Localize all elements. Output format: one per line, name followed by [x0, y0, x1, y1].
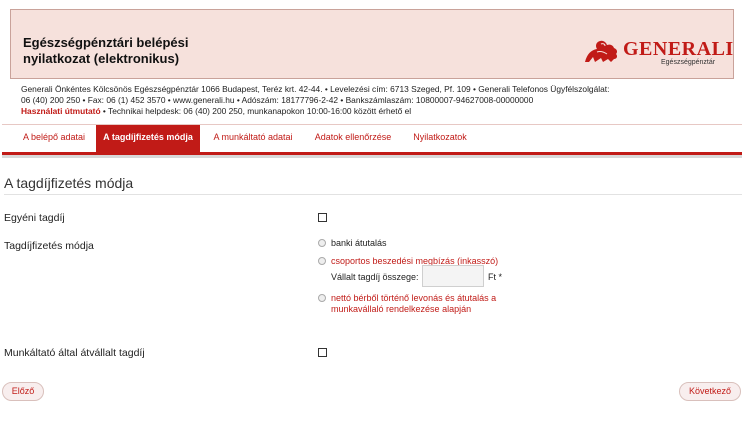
payroll-deduction-label: nettó bérből történő levonás és átutalás… [331, 293, 496, 315]
section-divider [4, 194, 742, 195]
bank-transfer-label: banki átutalás [331, 238, 387, 248]
company-info-line-2: 06 (40) 200 250 • Fax: 06 (1) 452 3570 •… [21, 95, 534, 105]
section-title: A tagdíjfizetés módja [4, 175, 134, 191]
amount-label: Vállalt tagdíj összege: [331, 272, 419, 282]
header-banner: Egészségpénztári belépési nyilatkozat (e… [10, 9, 734, 79]
tab-adatok-ellenorzese[interactable]: Adatok ellenőrzése [306, 125, 400, 151]
step-tabs: A belépő adatai A tagdíjfizetés módja A … [2, 124, 742, 158]
tab-belepo-adatai[interactable]: A belépő adatai [10, 125, 98, 151]
page-title: Egészségpénztári belépési nyilatkozat (e… [23, 35, 188, 67]
payroll-deduction-label-line-1: nettó bérből történő levonás és átutalás… [331, 293, 497, 303]
lion-logo-icon [585, 40, 618, 62]
generali-logo: GENERALI Egészségpénztár [581, 36, 733, 68]
employer-fee-label: Munkáltató által átvállalt tagdíj [4, 347, 145, 359]
company-info-line-3: Használati útmutató • Technikai helpdesk… [21, 106, 721, 117]
page-title-line-2: nyilatkozat (elektronikus) [23, 51, 180, 66]
logo-wordmark: GENERALI [623, 38, 734, 60]
direct-debit-radio[interactable] [318, 257, 326, 265]
amount-unit: Ft * [488, 272, 503, 282]
logo-subtitle: Egészségpénztár [661, 59, 716, 66]
payroll-deduction-radio[interactable] [318, 294, 326, 302]
individual-fee-checkbox[interactable] [318, 213, 327, 222]
tab-nyilatkozatok[interactable]: Nyilatkozatok [404, 125, 476, 151]
prev-button[interactable]: Előző [2, 382, 44, 401]
employer-fee-checkbox[interactable] [318, 348, 327, 357]
amount-input[interactable] [422, 265, 484, 287]
tab-tagdijfizetes-modja[interactable]: A tagdíjfizetés módja [96, 125, 200, 153]
bank-transfer-radio[interactable] [318, 239, 326, 247]
company-info: Generali Önkéntes Kölcsönös Egészségpénz… [21, 84, 721, 117]
tab-munkaltato-adatai[interactable]: A munkáltató adatai [205, 125, 301, 151]
company-info-line-1: Generali Önkéntes Kölcsönös Egészségpénz… [21, 84, 610, 94]
usage-guide-link[interactable]: Használati útmutató [21, 106, 101, 116]
payment-method-label: Tagdíjfizetés módja [4, 240, 94, 252]
individual-fee-label: Egyéni tagdíj [4, 212, 65, 224]
page-title-line-1: Egészségpénztári belépési [23, 35, 189, 50]
next-button[interactable]: Következő [679, 382, 741, 401]
helpdesk-text: • Technikai helpdesk: 06 (40) 200 250, m… [100, 106, 412, 116]
payroll-deduction-label-line-2: munkavállaló rendelkezése alapján [331, 304, 472, 314]
